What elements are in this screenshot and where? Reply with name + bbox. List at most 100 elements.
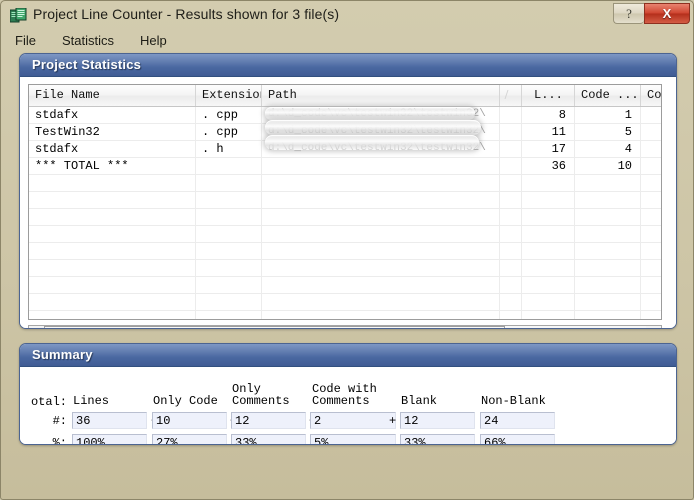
cell-empty [575,226,641,242]
menu-item-help[interactable]: Help [137,32,170,49]
table-row-empty [29,175,661,192]
cell-empty [500,311,522,319]
scrollbar-thumb[interactable]: ||| [44,326,505,328]
cell-empty [522,209,575,225]
cell-empty [500,226,522,242]
table-row-empty [29,311,661,319]
column-header-sort-indicator[interactable] [500,85,522,106]
window-frame: Project Line Counter - Results shown for… [0,0,694,500]
help-button[interactable]: ? [613,3,644,24]
cell-empty [500,209,522,225]
field-percent-non-blank[interactable]: 66% [480,434,555,444]
scroll-right-arrow-icon[interactable]: ► [646,326,661,328]
cell-empty [500,294,522,310]
menu-item-statistics[interactable]: Statistics [59,32,117,49]
column-header-comments[interactable]: Com [641,85,661,106]
project-statistics-body: File Name Extension Path L... Code ... C… [20,77,676,328]
cell-code: 10 [575,158,641,174]
project-statistics-panel: Project Statistics File Name Extension P… [19,53,677,329]
file-list[interactable]: File Name Extension Path L... Code ... C… [28,84,662,320]
menu-bar: File Statistics Help [2,29,694,51]
cell-file-name: stdafx [29,107,196,123]
summary-column-only-comments: Only Comments [232,382,290,408]
cell-empty [196,209,262,225]
cell-path [262,158,500,174]
cell-empty [575,294,641,310]
field-percent-code-with-comments[interactable]: 5% [310,434,396,444]
cell-code: 5 [575,124,641,140]
menu-item-file[interactable]: File [12,32,39,49]
field-percent-lines[interactable]: 100% [72,434,147,444]
cell-empty [29,311,196,319]
cell-file-name: TestWin32 [29,124,196,140]
close-window-button[interactable]: X [644,3,690,24]
cell-empty [196,294,262,310]
title-bar[interactable]: Project Line Counter - Results shown for… [2,2,694,29]
cell-empty [29,175,196,191]
scrollbar-track[interactable]: ||| [44,326,646,328]
cell-empty [522,192,575,208]
cell-empty [575,260,641,276]
cell-empty [262,277,500,293]
cell-comments [641,107,661,123]
column-header-code[interactable]: Code ... [575,85,641,106]
cell-empty [262,192,500,208]
cell-empty [29,209,196,225]
field-count-lines[interactable]: 36 [72,412,147,429]
cell-empty [262,243,500,259]
field-percent-only-comments[interactable]: 33% [231,434,306,444]
project-statistics-title: Project Statistics [32,57,142,72]
path-redaction-overlay [265,107,475,120]
summary-title: Summary [32,347,93,362]
summary-header: Summary [20,344,676,367]
cell-empty [196,277,262,293]
table-row-total[interactable]: *** TOTAL *** 36 10 [29,158,661,175]
cell-empty [196,175,262,191]
cell-empty [522,175,575,191]
summary-column-only-code: Only Code [153,394,218,408]
table-row-empty [29,294,661,311]
cell-empty [262,226,500,242]
summary-label-count: #: [52,414,67,428]
field-count-non-blank[interactable]: 24 [480,412,555,429]
column-header-extension[interactable]: Extension [196,85,262,106]
summary-body: otal: #: %: Lines Only Code Only Comment… [20,367,676,444]
field-count-only-code[interactable]: 10 [152,412,227,429]
column-header-path[interactable]: Path [262,85,500,106]
cell-sort-spacer [500,141,522,157]
field-percent-only-code[interactable]: 27% [152,434,227,444]
cell-sort-spacer [500,107,522,123]
cell-empty [522,311,575,319]
cell-comments [641,158,661,174]
cell-file-name: stdafx [29,141,196,157]
summary-label-percent: %: [52,436,67,445]
cell-lines: 8 [522,107,575,123]
cell-empty [522,294,575,310]
column-header-file-name[interactable]: File Name [29,85,196,106]
cell-lines: 11 [522,124,575,140]
cell-extension: . cpp [196,107,262,123]
cell-empty [196,226,262,242]
operator-plus-3: + [389,414,397,428]
summary-column-lines: Lines [73,394,110,408]
field-count-blank[interactable]: 12 [400,412,475,429]
cell-extension [196,158,262,174]
cell-empty [575,277,641,293]
cell-lines: 36 [522,158,575,174]
cell-empty [500,243,522,259]
summary-panel: Summary otal: #: %: Lines Only Code Only… [19,343,677,445]
cell-empty [641,175,661,191]
field-percent-blank[interactable]: 33% [400,434,475,444]
field-count-code-with-comments[interactable]: 2 [310,412,396,429]
cell-empty [500,260,522,276]
cell-empty [522,226,575,242]
field-count-only-comments[interactable]: 12 [231,412,306,429]
project-statistics-header: Project Statistics [20,54,676,77]
column-header-lines[interactable]: L... [522,85,575,106]
cell-empty [196,311,262,319]
cell-empty [641,311,661,319]
scroll-left-arrow-icon[interactable]: ◄ [29,326,44,328]
cell-empty [575,311,641,319]
cell-sort-spacer [500,158,522,174]
horizontal-scrollbar[interactable]: ◄ ||| ► [28,325,662,328]
